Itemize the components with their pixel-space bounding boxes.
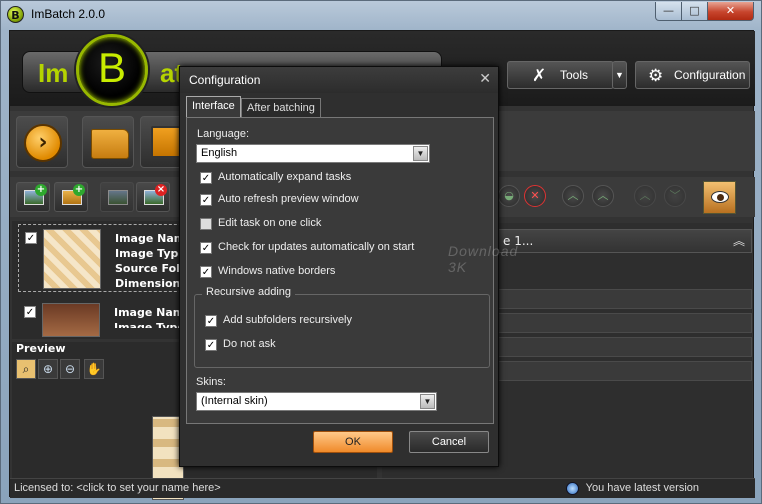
skins-label: Skins: — [196, 376, 226, 388]
move-up-icon[interactable]: ◒ — [498, 185, 520, 207]
checkbox-auto-refresh[interactable]: ✓ — [200, 194, 212, 206]
checkbox-native-borders[interactable]: ✓ — [200, 266, 212, 278]
checkbox-do-not-ask[interactable]: ✓ — [205, 339, 217, 351]
minimize-button[interactable]: — — [655, 2, 682, 21]
expand-icon[interactable]: ︿ — [592, 185, 614, 207]
open-folder-button[interactable] — [82, 116, 134, 168]
task-thumbnail — [43, 229, 101, 289]
chevron-down-icon: ▼ — [615, 70, 624, 80]
license-link[interactable]: Licensed to: <click to set your name her… — [14, 482, 221, 494]
start-batch-button[interactable]: › — [16, 116, 68, 168]
configuration-label: Configuration — [674, 68, 746, 82]
folder-icon — [91, 129, 129, 159]
task-thumbnail — [42, 303, 100, 337]
checkbox-auto-expand[interactable]: ✓ — [200, 172, 212, 184]
skins-select[interactable]: (Internal skin) ▼ — [196, 392, 437, 411]
ok-button[interactable]: OK — [313, 431, 393, 453]
task-checkbox[interactable]: ✓ — [24, 306, 36, 318]
dialog-close-icon[interactable]: ✕ — [479, 71, 491, 87]
remove-icon: × — [155, 184, 167, 196]
arrow-up-icon[interactable]: ︿ — [634, 185, 656, 207]
app-icon: B — [7, 6, 24, 23]
recursive-adding-group: Recursive adding ✓ Add subfolders recurs… — [194, 286, 490, 368]
zoom-fit-icon[interactable]: ⌕ — [16, 359, 36, 379]
plus-icon: + — [73, 184, 85, 196]
close-button[interactable]: ✕ — [707, 2, 754, 21]
image-options-button[interactable] — [100, 182, 134, 212]
update-status: You have latest version — [585, 482, 699, 494]
window-title: ImBatch 2.0.0 — [31, 7, 106, 21]
checkbox-edit-one-click[interactable] — [200, 218, 212, 230]
language-select[interactable]: English ▼ — [196, 144, 430, 163]
tab-after-batching[interactable]: After batching — [241, 98, 321, 117]
title-bar[interactable]: B ImBatch 2.0.0 — □ ✕ — [1, 1, 761, 29]
skins-value: (Internal skin) — [201, 395, 268, 407]
language-value: English — [201, 147, 238, 159]
arrow-down-icon[interactable]: ﹀ — [664, 185, 686, 207]
tab-interface[interactable]: Interface — [186, 96, 241, 117]
tools-dropdown-button[interactable]: ▼ — [612, 61, 627, 89]
zoom-in-icon[interactable]: ⊕ — [38, 359, 58, 379]
preview-toggle-button[interactable] — [703, 181, 736, 214]
watermark: Download 3K — [448, 243, 519, 275]
dialog-title: Configuration — [189, 73, 261, 87]
logo-text-left: Im — [38, 58, 69, 88]
collapse-icon[interactable]: ︿ — [562, 185, 584, 207]
chevron-down-icon[interactable]: ▼ — [413, 146, 428, 161]
image-icon — [108, 190, 128, 205]
collapse-icon[interactable]: ︽ — [733, 232, 745, 249]
configuration-button[interactable]: ⚙ Configuration — [635, 61, 750, 89]
logo-letter: B — [98, 44, 127, 91]
tools-label: Tools — [560, 68, 589, 82]
add-folder-button[interactable]: + — [54, 182, 88, 212]
globe-icon — [566, 482, 579, 495]
plus-icon: + — [35, 184, 47, 196]
configuration-dialog: Configuration ✕ After batching Interface… — [179, 66, 517, 467]
language-label: Language: — [197, 128, 249, 140]
remove-image-button[interactable]: × — [136, 182, 170, 212]
dialog-title-bar[interactable]: Configuration ✕ — [180, 67, 498, 93]
preview-title: Preview — [16, 342, 66, 355]
gear-icon: ⚙ — [648, 66, 664, 85]
play-icon: › — [24, 124, 62, 162]
wrench-icon: ✗ — [532, 66, 547, 85]
recursive-adding-title: Recursive adding — [202, 286, 295, 298]
maximize-button[interactable]: □ — [681, 2, 708, 21]
cancel-button[interactable]: Cancel — [409, 431, 489, 453]
checkbox-check-updates[interactable]: ✓ — [200, 242, 212, 254]
zoom-out-icon[interactable]: ⊖ — [60, 359, 80, 379]
task-checkbox[interactable]: ✓ — [25, 232, 37, 244]
delete-task-icon[interactable]: ✕ — [524, 185, 546, 207]
dialog-tabs: After batching Interface — [183, 96, 497, 118]
checkbox-add-subfolders[interactable]: ✓ — [205, 315, 217, 327]
status-bar: Licensed to: <click to set your name her… — [10, 478, 755, 498]
chevron-down-icon[interactable]: ▼ — [420, 394, 435, 409]
pan-hand-icon[interactable]: ✋ — [84, 359, 104, 379]
add-image-button[interactable]: + — [16, 182, 50, 212]
tools-button[interactable]: ✗ Tools — [507, 61, 614, 89]
eye-icon — [711, 191, 729, 203]
